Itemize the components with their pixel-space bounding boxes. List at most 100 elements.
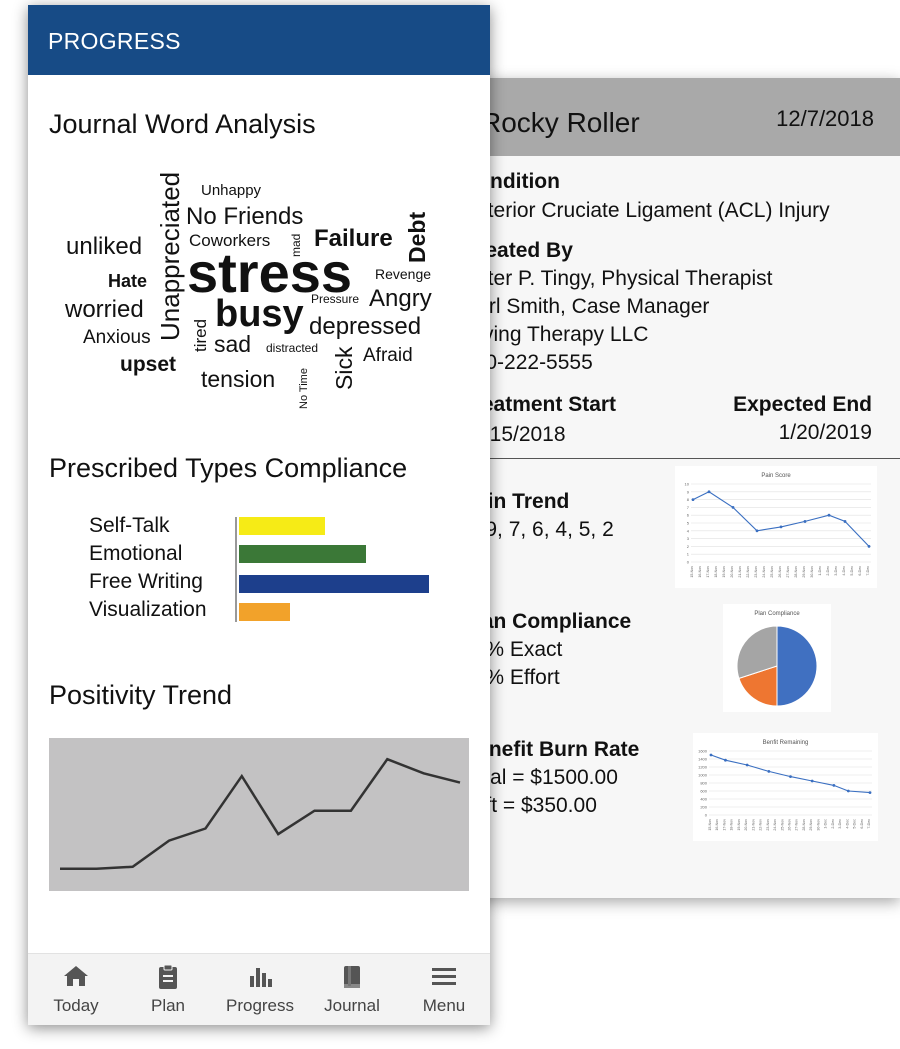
- pain-score-point: [843, 520, 847, 523]
- x-tick-label: 20-Nov: [744, 819, 748, 831]
- word-cloud-word: mad: [289, 233, 303, 257]
- nav-today[interactable]: Today: [30, 954, 122, 1025]
- bar-label-self-talk: Self-Talk: [89, 514, 170, 537]
- nav-progress[interactable]: Progress: [214, 954, 306, 1025]
- y-tick-label: 2: [687, 544, 690, 549]
- word-cloud-word: Unhappy: [201, 182, 262, 199]
- benefit-remaining-line: [710, 754, 871, 794]
- nav-label: Progress: [225, 996, 295, 1015]
- x-tick-label: 26-Nov: [788, 819, 792, 831]
- journal-icon: [344, 966, 360, 988]
- x-tick-label: 29-Nov: [809, 819, 813, 831]
- x-tick-label: 15-Nov: [690, 566, 694, 578]
- y-tick-label: 10: [685, 482, 690, 487]
- creator-line: Carl Smith, Case Manager: [462, 295, 710, 318]
- y-tick-label: 3: [687, 536, 690, 541]
- x-tick-label: 17-Nov: [722, 819, 726, 831]
- y-tick-label: 7: [687, 505, 690, 510]
- nav-journal[interactable]: Journal: [306, 954, 398, 1025]
- word-cloud-word: unliked: [66, 233, 143, 260]
- x-tick-label: 20-Nov: [730, 566, 734, 578]
- benefit-remaining-point: [832, 784, 836, 787]
- benefit-remaining-point: [868, 791, 872, 794]
- x-tick-label: 25-Nov: [780, 819, 784, 831]
- y-tick-label: 1600: [698, 749, 708, 754]
- clipboard-icon: [159, 964, 177, 989]
- bar-label-visualization: Visualization: [89, 598, 207, 621]
- y-tick-label: 0: [687, 560, 690, 565]
- pain-score-line: [692, 491, 870, 547]
- word-cloud-word: depressed: [309, 313, 422, 340]
- bar-self-talk: [239, 517, 325, 535]
- benefit-remaining-point: [846, 789, 850, 793]
- word-cloud-word: upset: [120, 353, 177, 376]
- progress-screen: PROGRESS Journal Word Analysis Unhappy N…: [28, 5, 490, 1025]
- x-tick-label: 27-Nov: [786, 566, 790, 578]
- x-tick-label: 18-Nov: [730, 819, 734, 831]
- menu-icon: [432, 968, 456, 985]
- benefit-remaining-point: [767, 770, 771, 773]
- nav-label: Today: [53, 996, 99, 1015]
- expected-end-value: 1/20/2019: [778, 421, 872, 444]
- positivity-trend-line: [60, 757, 461, 870]
- benefit-remaining-point: [745, 763, 749, 767]
- y-tick-label: 200: [700, 805, 707, 810]
- word-cloud-word: Sick: [331, 346, 357, 390]
- bar-chart-icon: [250, 968, 272, 987]
- x-tick-label: 16-Nov: [698, 566, 702, 578]
- x-tick-label: 28-Nov: [794, 566, 798, 578]
- summary-date: 12/7/2018: [776, 106, 874, 131]
- word-cloud-word: No Friends: [186, 203, 304, 230]
- x-tick-label: 26-Nov: [778, 566, 782, 578]
- word-cloud-word: tension: [201, 366, 276, 392]
- bar-label-free-writing: Free Writing: [89, 570, 203, 593]
- bar-visualization: [239, 603, 291, 621]
- section-divider: [460, 458, 900, 459]
- benefit-remaining-point: [789, 775, 792, 778]
- word-cloud-word: Unappreciated: [155, 171, 185, 341]
- x-tick-label: 21-Nov: [738, 566, 742, 578]
- y-tick-label: 4: [687, 528, 690, 533]
- x-tick-label: 23-Nov: [766, 819, 770, 831]
- word-cloud-word: Hate: [108, 271, 148, 291]
- benefit-remaining-title: Benfit Remaining: [763, 740, 809, 746]
- x-tick-label: 6-Dec: [860, 819, 864, 829]
- x-tick-label: 5-Dec: [850, 566, 854, 576]
- x-tick-label: 23-Nov: [754, 566, 758, 578]
- y-tick-label: 9: [687, 489, 690, 494]
- pain-score-point: [803, 520, 807, 523]
- x-tick-label: 17-Nov: [706, 566, 710, 578]
- y-tick-label: 5: [687, 521, 690, 526]
- plan-compliance-pie: Plan Compliance: [723, 604, 831, 712]
- pie-slice: [776, 625, 818, 707]
- x-tick-label: 15-Nov: [708, 819, 712, 831]
- x-tick-label: 3-Dec: [838, 819, 842, 829]
- word-cloud-word: Coworkers: [189, 231, 271, 250]
- nav-plan[interactable]: Plan: [122, 954, 214, 1025]
- word-cloud-word: Debt: [404, 211, 430, 263]
- x-tick-label: 3-Dec: [834, 566, 838, 576]
- word-cloud-word: Afraid: [363, 345, 413, 366]
- nav-menu[interactable]: Menu: [398, 954, 490, 1025]
- nav-label: Journal: [324, 996, 380, 1015]
- x-tick-label: 7-Dec: [866, 566, 870, 576]
- y-tick-label: 1: [687, 552, 690, 557]
- patient-header: Rocky Roller 12/7/2018: [460, 78, 900, 156]
- benefit-remaining-point: [709, 753, 713, 757]
- positivity-trend-title: Positivity Trend: [49, 680, 233, 710]
- y-tick-label: 600: [700, 789, 707, 794]
- x-tick-label: 4-Dec: [842, 566, 846, 576]
- y-tick-label: 1200: [698, 765, 708, 770]
- x-tick-label: 29-Nov: [802, 566, 806, 578]
- journal-word-analysis-title: Journal Word Analysis: [49, 109, 316, 139]
- word-cloud-word: Angry: [369, 285, 432, 312]
- pain-score-point: [867, 545, 871, 548]
- bar-free-writing: [239, 575, 429, 593]
- y-tick-label: 0: [705, 813, 708, 818]
- x-tick-label: 25-Nov: [770, 566, 774, 578]
- word-cloud-word: tired: [191, 318, 210, 352]
- x-tick-label: 5-Dec: [853, 819, 857, 829]
- app-header: PROGRESS: [28, 5, 490, 75]
- bar-emotional: [239, 545, 367, 563]
- x-tick-label: 27-Nov: [795, 819, 799, 831]
